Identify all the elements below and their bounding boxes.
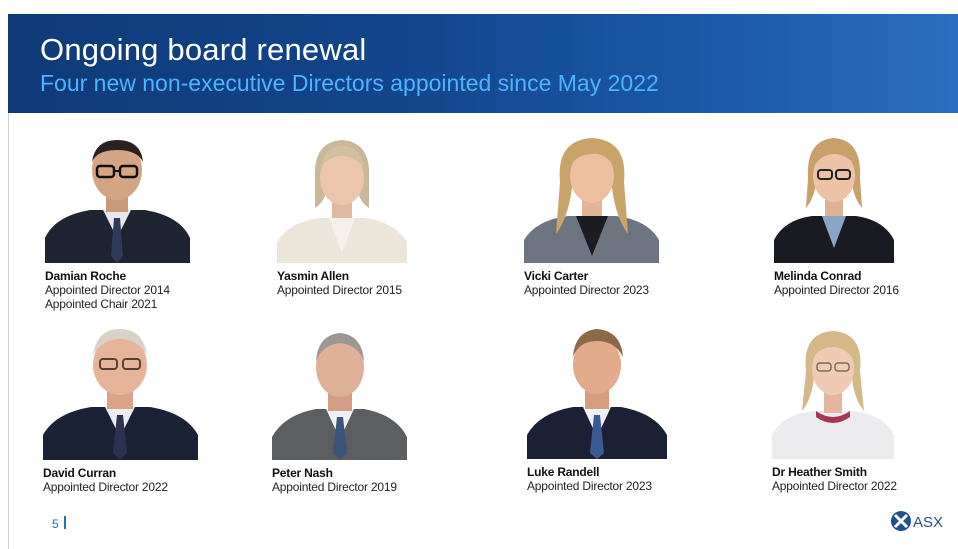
director-card: David Curran Appointed Director 2022 xyxy=(43,327,198,494)
top-margin xyxy=(0,0,958,14)
director-role: Appointed Director 2015 xyxy=(277,283,402,297)
director-role: Appointed Director 2016 xyxy=(774,283,899,297)
page-number-divider xyxy=(64,516,66,529)
asx-logo: ASX xyxy=(890,510,946,532)
director-role: Appointed Director 2023 xyxy=(527,479,652,493)
director-photo xyxy=(772,327,894,459)
director-card: Yasmin Allen Appointed Director 2015 xyxy=(277,138,407,297)
director-role: Appointed Director 2023 xyxy=(524,283,649,297)
director-card: Luke Randell Appointed Director 2023 xyxy=(527,327,667,493)
director-name: Yasmin Allen xyxy=(277,269,349,283)
director-role: Appointed Director 2022 xyxy=(43,480,168,494)
slide-title: Ongoing board renewal xyxy=(40,32,367,67)
director-card: Vicki Carter Appointed Director 2023 xyxy=(524,138,659,297)
director-name: David Curran xyxy=(43,466,116,480)
director-role: Appointed Chair 2021 xyxy=(45,297,158,311)
left-divider xyxy=(8,113,9,549)
director-name: Vicki Carter xyxy=(524,269,589,283)
slide-subtitle: Four new non-executive Directors appoint… xyxy=(40,70,659,96)
director-name: Peter Nash xyxy=(272,466,333,480)
director-name: Luke Randell xyxy=(527,465,600,479)
director-photo xyxy=(43,327,198,460)
director-photo xyxy=(272,327,407,460)
director-name: Damian Roche xyxy=(45,269,126,283)
director-role: Appointed Director 2014 xyxy=(45,283,170,297)
asx-logo-icon: ASX xyxy=(891,511,943,531)
page-number: 5 xyxy=(52,517,59,531)
slide: Ongoing board renewal Four new non-execu… xyxy=(0,0,958,549)
director-photo xyxy=(527,327,667,459)
director-photo xyxy=(524,138,659,263)
director-name: Dr Heather Smith xyxy=(772,465,867,479)
director-name: Melinda Conrad xyxy=(774,269,862,283)
svg-text:ASX: ASX xyxy=(913,514,943,531)
director-photo xyxy=(277,138,407,263)
director-photo xyxy=(774,138,894,263)
director-photo xyxy=(45,138,190,263)
director-card: Melinda Conrad Appointed Director 2016 xyxy=(774,138,899,297)
title-banner: Ongoing board renewal Four new non-execu… xyxy=(8,14,958,113)
director-role: Appointed Director 2022 xyxy=(772,479,897,493)
director-card: Damian Roche Appointed Director 2014 App… xyxy=(45,138,190,311)
director-card: Dr Heather Smith Appointed Director 2022 xyxy=(772,327,897,493)
director-card: Peter Nash Appointed Director 2019 xyxy=(272,327,407,494)
director-role: Appointed Director 2019 xyxy=(272,480,397,494)
